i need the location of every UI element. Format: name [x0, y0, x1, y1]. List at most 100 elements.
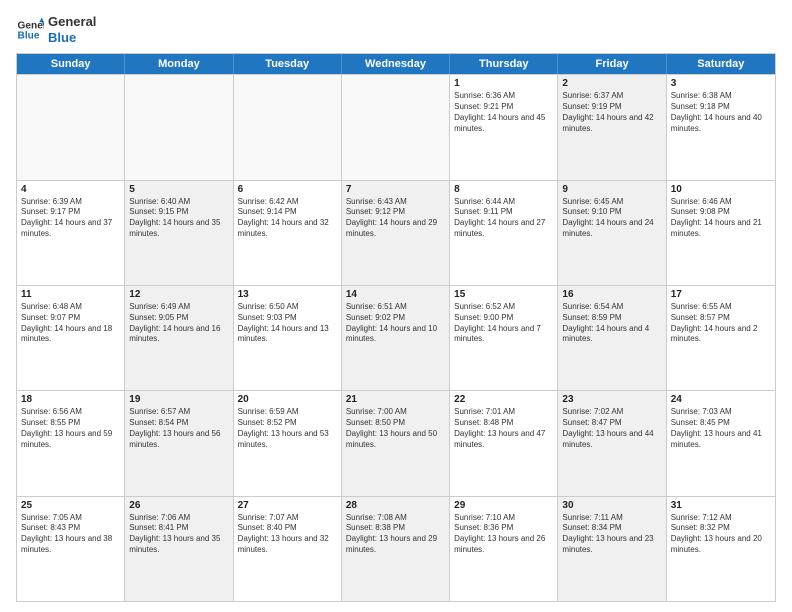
- sunset-text: Sunset: 9:18 PM: [671, 102, 771, 113]
- calendar-row-3: 11Sunrise: 6:48 AMSunset: 9:07 PMDayligh…: [17, 285, 775, 390]
- day-number: 12: [129, 289, 228, 300]
- sunset-text: Sunset: 9:19 PM: [562, 102, 661, 113]
- sunrise-text: Sunrise: 7:12 AM: [671, 513, 771, 524]
- sunrise-text: Sunrise: 6:55 AM: [671, 302, 771, 313]
- sunrise-text: Sunrise: 6:42 AM: [238, 197, 337, 208]
- day-of-week-thursday: Thursday: [450, 54, 558, 74]
- day-number: 6: [238, 184, 337, 195]
- day-number: 19: [129, 394, 228, 405]
- cal-cell-9: 9Sunrise: 6:45 AMSunset: 9:10 PMDaylight…: [558, 181, 666, 285]
- day-number: 30: [562, 500, 661, 511]
- cal-cell-28: 28Sunrise: 7:08 AMSunset: 8:38 PMDayligh…: [342, 497, 450, 601]
- sunset-text: Sunset: 8:47 PM: [562, 418, 661, 429]
- sunrise-text: Sunrise: 6:46 AM: [671, 197, 771, 208]
- cal-cell-24: 24Sunrise: 7:03 AMSunset: 8:45 PMDayligh…: [667, 391, 775, 495]
- day-of-week-friday: Friday: [558, 54, 666, 74]
- daylight-text: Daylight: 13 hours and 32 minutes.: [238, 534, 337, 556]
- cal-cell-12: 12Sunrise: 6:49 AMSunset: 9:05 PMDayligh…: [125, 286, 233, 390]
- cal-cell-7: 7Sunrise: 6:43 AMSunset: 9:12 PMDaylight…: [342, 181, 450, 285]
- daylight-text: Daylight: 13 hours and 53 minutes.: [238, 429, 337, 451]
- day-of-week-saturday: Saturday: [667, 54, 775, 74]
- day-number: 25: [21, 500, 120, 511]
- sunrise-text: Sunrise: 6:49 AM: [129, 302, 228, 313]
- cal-cell-31: 31Sunrise: 7:12 AMSunset: 8:32 PMDayligh…: [667, 497, 775, 601]
- sunrise-text: Sunrise: 6:39 AM: [21, 197, 120, 208]
- daylight-text: Daylight: 13 hours and 47 minutes.: [454, 429, 553, 451]
- calendar: SundayMondayTuesdayWednesdayThursdayFrid…: [16, 53, 776, 602]
- day-of-week-monday: Monday: [125, 54, 233, 74]
- daylight-text: Daylight: 14 hours and 37 minutes.: [21, 218, 120, 240]
- sunrise-text: Sunrise: 7:05 AM: [21, 513, 120, 524]
- day-number: 10: [671, 184, 771, 195]
- cal-cell-16: 16 Sunrise: 6:54 AMSunset: 8:59 PMDayligh…: [558, 286, 666, 390]
- sunset-text: Sunset: 9:11 PM: [454, 207, 553, 218]
- sunset-text: Sunset: 8:32 PM: [671, 523, 771, 534]
- day-number: 13: [238, 289, 337, 300]
- cal-cell-13: 13Sunrise: 6:50 AMSunset: 9:03 PMDayligh…: [234, 286, 342, 390]
- day-number: 5: [129, 184, 228, 195]
- day-number: 1: [454, 78, 553, 89]
- sunrise-text: Sunrise: 6:54 AM: [562, 302, 661, 313]
- cal-cell-3: 3Sunrise: 6:38 AMSunset: 9:18 PMDaylight…: [667, 75, 775, 179]
- sunset-text: Sunset: 8:45 PM: [671, 418, 771, 429]
- day-number: 21: [346, 394, 445, 405]
- cal-cell-21: 21Sunrise: 7:00 AMSunset: 8:50 PMDayligh…: [342, 391, 450, 495]
- cal-cell-18: 18Sunrise: 6:56 AMSunset: 8:55 PMDayligh…: [17, 391, 125, 495]
- day-number: 26: [129, 500, 228, 511]
- sunset-text: Sunset: 8:59 PM: [562, 313, 661, 324]
- cal-cell-empty-0-3: [342, 75, 450, 179]
- day-number: 9: [562, 184, 661, 195]
- sunrise-text: Sunrise: 7:08 AM: [346, 513, 445, 524]
- day-number: 2: [562, 78, 661, 89]
- daylight-text: Daylight: 14 hours and 21 minutes.: [671, 218, 771, 240]
- cal-cell-11: 11Sunrise: 6:48 AMSunset: 9:07 PMDayligh…: [17, 286, 125, 390]
- daylight-text: Daylight: 14 hours and 4 minutes.: [562, 324, 661, 346]
- day-number: 15: [454, 289, 553, 300]
- sunrise-text: Sunrise: 6:51 AM: [346, 302, 445, 313]
- sunrise-text: Sunrise: 7:06 AM: [129, 513, 228, 524]
- sunset-text: Sunset: 9:10 PM: [562, 207, 661, 218]
- calendar-body: 1Sunrise: 6:36 AMSunset: 9:21 PMDaylight…: [17, 74, 775, 601]
- sunrise-text: Sunrise: 6:37 AM: [562, 91, 661, 102]
- daylight-text: Daylight: 14 hours and 29 minutes.: [346, 218, 445, 240]
- cal-cell-1: 1Sunrise: 6:36 AMSunset: 9:21 PMDaylight…: [450, 75, 558, 179]
- day-number: 4: [21, 184, 120, 195]
- day-number: 20: [238, 394, 337, 405]
- daylight-text: Daylight: 14 hours and 7 minutes.: [454, 324, 553, 346]
- sunset-text: Sunset: 9:17 PM: [21, 207, 120, 218]
- cal-cell-15: 15Sunrise: 6:52 AMSunset: 9:00 PMDayligh…: [450, 286, 558, 390]
- sunrise-text: Sunrise: 7:01 AM: [454, 407, 553, 418]
- cal-cell-23: 23Sunrise: 7:02 AMSunset: 8:47 PMDayligh…: [558, 391, 666, 495]
- cal-cell-4: 4 Sunrise: 6:39 AMSunset: 9:17 PMDaylight…: [17, 181, 125, 285]
- day-number: 23: [562, 394, 661, 405]
- cal-cell-29: 29Sunrise: 7:10 AMSunset: 8:36 PMDayligh…: [450, 497, 558, 601]
- sunrise-text: Sunrise: 7:10 AM: [454, 513, 553, 524]
- sunset-text: Sunset: 9:00 PM: [454, 313, 553, 324]
- daylight-text: Daylight: 14 hours and 13 minutes.: [238, 324, 337, 346]
- daylight-text: Daylight: 13 hours and 29 minutes.: [346, 534, 445, 556]
- day-number: 16: [562, 289, 661, 300]
- sunset-text: Sunset: 9:15 PM: [129, 207, 228, 218]
- daylight-text: Daylight: 13 hours and 41 minutes.: [671, 429, 771, 451]
- cal-cell-19: 19Sunrise: 6:57 AMSunset: 8:54 PMDayligh…: [125, 391, 233, 495]
- sunrise-text: Sunrise: 6:56 AM: [21, 407, 120, 418]
- sunset-text: Sunset: 8:50 PM: [346, 418, 445, 429]
- sunrise-text: Sunrise: 7:03 AM: [671, 407, 771, 418]
- daylight-text: Daylight: 14 hours and 45 minutes.: [454, 113, 553, 135]
- daylight-text: Daylight: 14 hours and 16 minutes.: [129, 324, 228, 346]
- day-number: 7: [346, 184, 445, 195]
- cal-cell-10: 10Sunrise: 6:46 AMSunset: 9:08 PMDayligh…: [667, 181, 775, 285]
- sunrise-text: Sunrise: 7:11 AM: [562, 513, 661, 524]
- daylight-text: Daylight: 13 hours and 26 minutes.: [454, 534, 553, 556]
- sunrise-text: Sunrise: 6:50 AM: [238, 302, 337, 313]
- daylight-text: Daylight: 13 hours and 56 minutes.: [129, 429, 228, 451]
- sunset-text: Sunset: 8:41 PM: [129, 523, 228, 534]
- sunrise-text: Sunrise: 6:43 AM: [346, 197, 445, 208]
- day-number: 28: [346, 500, 445, 511]
- day-number: 17: [671, 289, 771, 300]
- page: General Blue General Blue SundayMondayTu…: [0, 0, 792, 612]
- daylight-text: Daylight: 13 hours and 23 minutes.: [562, 534, 661, 556]
- cal-cell-17: 17Sunrise: 6:55 AMSunset: 8:57 PMDayligh…: [667, 286, 775, 390]
- daylight-text: Daylight: 14 hours and 2 minutes.: [671, 324, 771, 346]
- calendar-row-4: 18Sunrise: 6:56 AMSunset: 8:55 PMDayligh…: [17, 390, 775, 495]
